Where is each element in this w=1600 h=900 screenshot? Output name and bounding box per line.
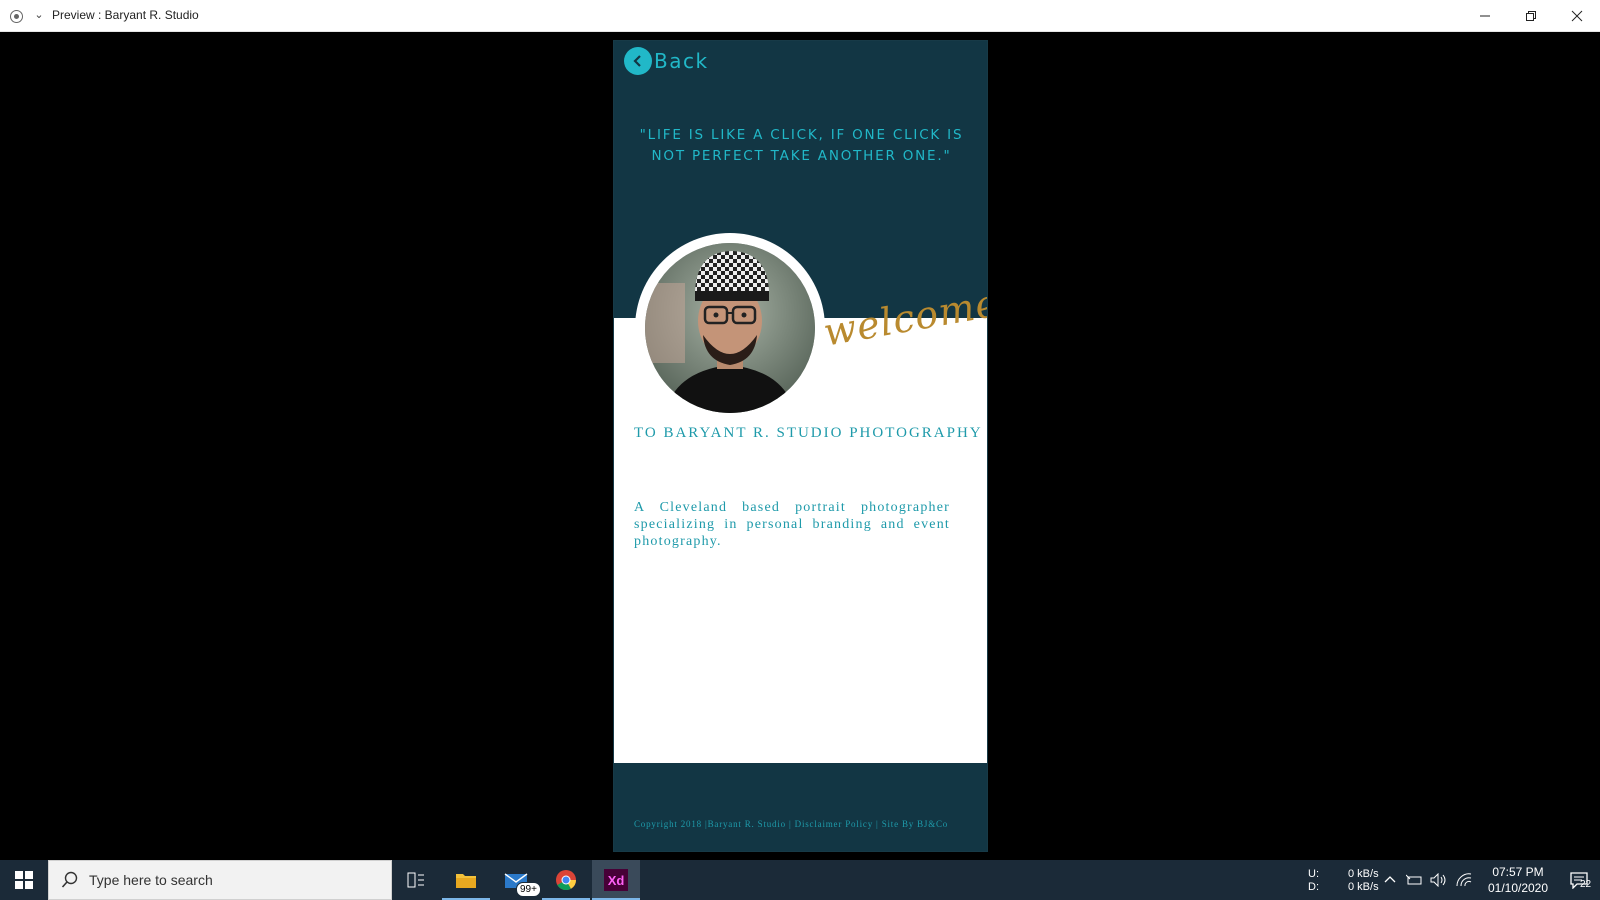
task-view-button[interactable] (392, 860, 440, 900)
chevron-left-icon (624, 47, 652, 75)
window-title: Preview : Baryant R. Studio (52, 8, 199, 22)
taskbar: Type here to search 99+ Xd U: D: 0 kB/s (0, 860, 1600, 900)
studio-description: A Cleveland based portrait photographer … (634, 500, 950, 549)
power-icon (1406, 874, 1422, 885)
back-button[interactable]: Back (624, 47, 709, 75)
folder-icon (456, 874, 476, 888)
file-explorer-button[interactable] (442, 860, 490, 900)
clock-date: 01/10/2020 (1487, 881, 1549, 895)
volume-icon (1430, 873, 1446, 887)
window-titlebar: ⌄ Preview : Baryant R. Studio (0, 0, 1600, 32)
net-down-value: 0 kB/s (1348, 881, 1379, 893)
adobe-xd-icon: Xd (604, 869, 628, 891)
restore-icon (1526, 11, 1536, 21)
studio-title: TO BARYANT R. STUDIO PHOTOGRAPHY (634, 425, 983, 441)
restore-button[interactable] (1508, 0, 1554, 32)
net-up-value: 0 kB/s (1348, 868, 1379, 880)
adobe-xd-button[interactable]: Xd (592, 860, 640, 900)
mail-button[interactable]: 99+ (492, 860, 541, 900)
net-down-label: D: (1308, 881, 1319, 893)
start-button[interactable] (0, 860, 48, 900)
show-hidden-icons-button[interactable] (1384, 860, 1396, 900)
action-center-button[interactable]: 22 (1558, 860, 1600, 900)
minimize-icon (1480, 15, 1490, 17)
close-button[interactable] (1554, 0, 1600, 32)
search-placeholder: Type here to search (89, 872, 213, 888)
mail-badge: 99+ (516, 882, 541, 897)
chevron-down-icon[interactable]: ⌄ (32, 6, 46, 24)
preview-page: Back "LIFE IS LIKE A CLICK, IF ONE CLICK… (613, 40, 988, 852)
net-values: 0 kB/s 0 kB/s (1348, 868, 1379, 894)
notification-count: 22 (1580, 879, 1592, 890)
net-labels: U: D: (1308, 868, 1319, 894)
windows-icon (15, 871, 33, 889)
net-up-label: U: (1308, 868, 1319, 880)
task-view-icon (407, 872, 424, 888)
search-icon (61, 871, 78, 888)
minimize-button[interactable] (1462, 0, 1508, 32)
battery-button[interactable] (1406, 860, 1424, 900)
page-footer: Copyright 2018 |Baryant R. Studio | Disc… (614, 763, 987, 851)
clock[interactable]: 07:57 PM 01/10/2020 (1480, 864, 1556, 896)
footer-text: Copyright 2018 |Baryant R. Studio | Disc… (634, 819, 949, 829)
clock-time: 07:57 PM (1492, 865, 1544, 879)
quote-text: "LIFE IS LIKE A CLICK, IF ONE CLICK IS N… (639, 127, 964, 164)
wifi-icon (1456, 873, 1472, 887)
search-box[interactable]: Type here to search (48, 860, 392, 900)
chrome-button[interactable] (542, 860, 590, 900)
record-icon[interactable] (10, 10, 23, 23)
volume-button[interactable] (1430, 860, 1448, 900)
chrome-icon (556, 870, 577, 891)
back-label: Back (654, 49, 709, 73)
close-icon (1571, 10, 1583, 22)
chevron-up-icon (1384, 876, 1396, 883)
avatar (645, 243, 815, 413)
xd-label: Xd (607, 872, 625, 888)
network-button[interactable] (1456, 860, 1472, 900)
